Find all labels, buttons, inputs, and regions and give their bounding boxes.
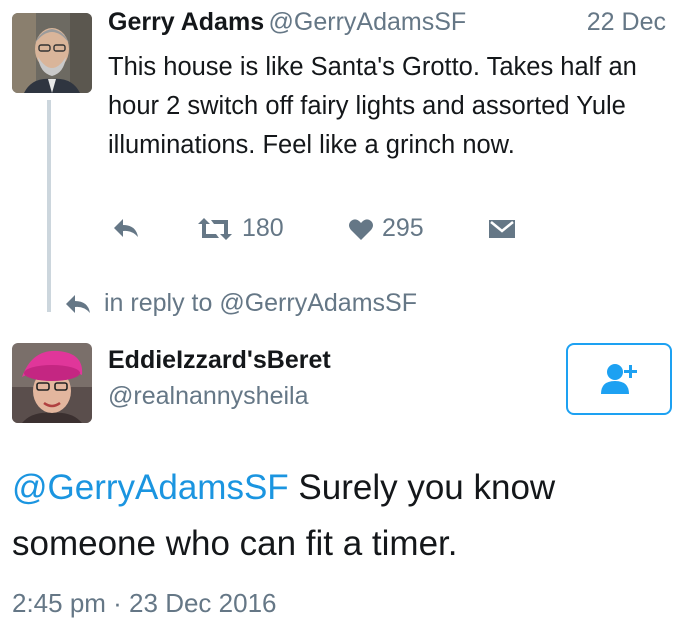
heart-icon bbox=[349, 218, 373, 240]
reply-author-handle[interactable]: @realnannysheila bbox=[108, 382, 309, 411]
author-handle[interactable]: @GerryAdamsSF bbox=[269, 8, 467, 36]
reply-author-name[interactable]: EddieIzzard'sBeret bbox=[108, 346, 331, 375]
avatar-photo bbox=[12, 343, 92, 423]
direct-message-button[interactable] bbox=[488, 218, 516, 240]
like-count: 295 bbox=[382, 214, 424, 242]
retweet-button[interactable]: 180 bbox=[196, 214, 284, 243]
author-name[interactable]: Gerry Adams bbox=[108, 8, 264, 36]
tweet-text: This house is like Santa's Grotto. Takes… bbox=[108, 53, 637, 159]
avatar-photo bbox=[12, 13, 92, 93]
retweet-icon bbox=[198, 217, 232, 240]
reply-timestamp[interactable]: 2:45 pm · 23 Dec 2016 bbox=[12, 588, 277, 619]
tweet-header: Gerry Adams @GerryAdamsSF bbox=[108, 8, 466, 37]
reply-text: @GerryAdamsSF Surely you know someone wh… bbox=[12, 460, 672, 572]
mention-link[interactable]: @GerryAdamsSF bbox=[12, 468, 289, 507]
reply-author-avatar[interactable] bbox=[12, 343, 92, 423]
tweet-date[interactable]: 22 Dec bbox=[587, 8, 666, 37]
thread-connector-line bbox=[47, 100, 51, 312]
in-reply-to-label: in reply to @GerryAdamsSF bbox=[104, 289, 417, 317]
envelope-icon bbox=[489, 220, 515, 238]
add-user-icon bbox=[601, 364, 637, 394]
retweet-count: 180 bbox=[242, 214, 284, 242]
reply-arrow-icon bbox=[114, 219, 138, 237]
reply-button[interactable] bbox=[112, 216, 140, 240]
author-avatar[interactable] bbox=[12, 13, 92, 93]
like-button[interactable]: 295 bbox=[348, 214, 424, 243]
in-reply-to[interactable]: in reply to @GerryAdamsSF bbox=[64, 289, 417, 318]
follow-button[interactable] bbox=[566, 343, 672, 415]
reply-arrow-icon bbox=[66, 294, 90, 313]
